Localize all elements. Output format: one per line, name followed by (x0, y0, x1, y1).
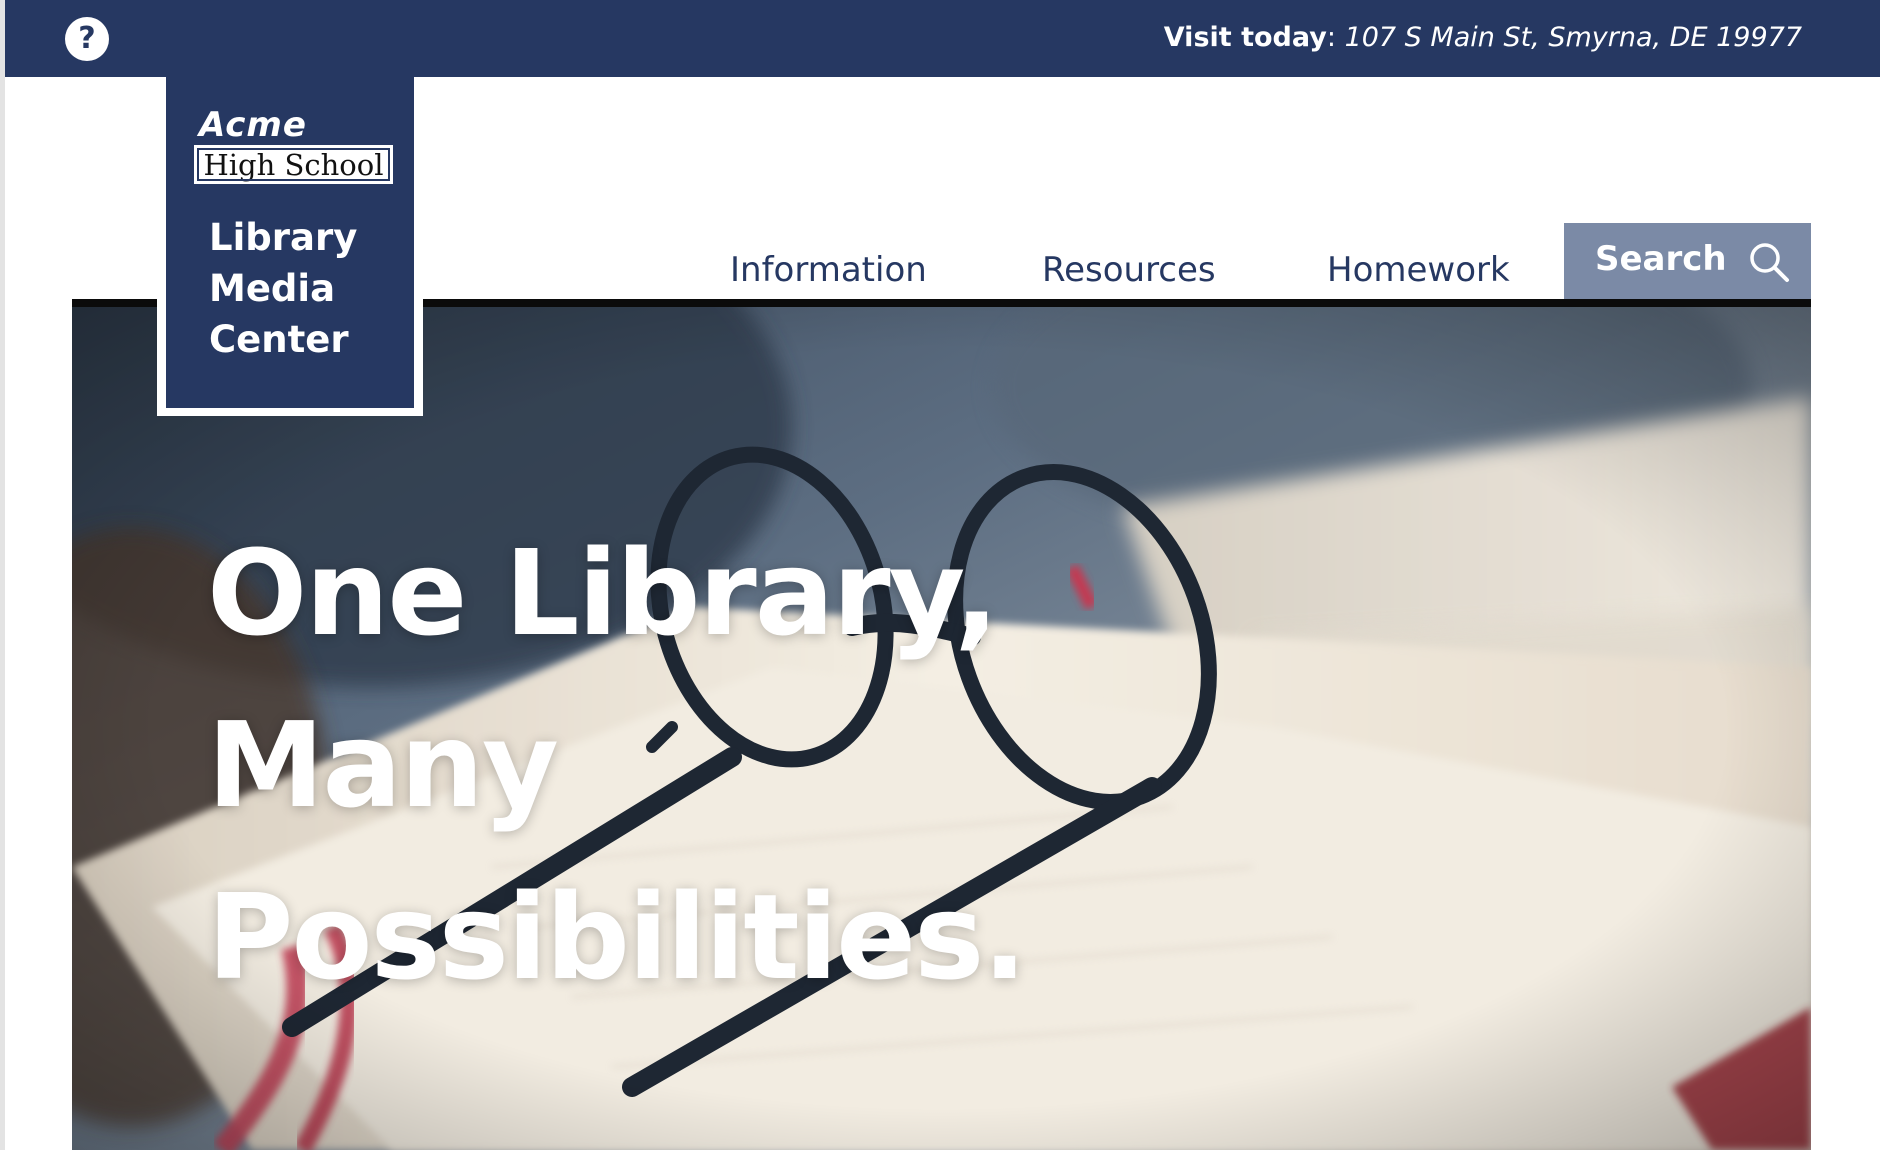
logo-library-title: Library Media Center (209, 212, 409, 365)
hero-line-3: Possibilities. (207, 868, 1027, 1006)
search-button-label: Search (1595, 239, 1727, 279)
top-bar: ? Visit today: 107 S Main St, Smyrna, DE… (5, 0, 1880, 77)
visit-colon: : (1326, 22, 1336, 53)
nav-item-resources[interactable]: Resources (1042, 250, 1216, 290)
logo-acme-wordmark: Acme (199, 105, 307, 145)
hero-headline: One Library, Many Possibilities. (207, 507, 1027, 1023)
nav-item-information[interactable]: Information (730, 250, 927, 290)
help-button[interactable]: ? (65, 17, 109, 61)
visit-address[interactable]: 107 S Main St, Smyrna, DE 19977 (1345, 22, 1802, 53)
page: ? Visit today: 107 S Main St, Smyrna, DE… (0, 0, 1880, 1150)
site-logo[interactable]: Acme High School Library Media Center (157, 77, 423, 416)
hero-line-1: One Library, (207, 524, 999, 662)
hero-line-2: Many (207, 696, 559, 834)
nav-item-homework[interactable]: Homework (1327, 250, 1510, 290)
logo-line-media: Media (209, 267, 336, 310)
logo-line-center: Center (209, 318, 349, 361)
magnifier-icon (1750, 243, 1789, 282)
visit-label: Visit today (1163, 22, 1327, 53)
left-scroll-rail (0, 0, 5, 1150)
visit-info: Visit today: 107 S Main St, Smyrna, DE 1… (1164, 22, 1802, 53)
logo-line-library: Library (209, 216, 358, 259)
search-button[interactable]: Search (1564, 223, 1811, 300)
question-circle-icon: ? (78, 21, 96, 56)
hero-banner: One Library, Many Possibilities. (72, 307, 1811, 1150)
logo-panel[interactable]: Acme High School Library Media Center (166, 77, 414, 408)
logo-school-name: High School (194, 145, 393, 184)
